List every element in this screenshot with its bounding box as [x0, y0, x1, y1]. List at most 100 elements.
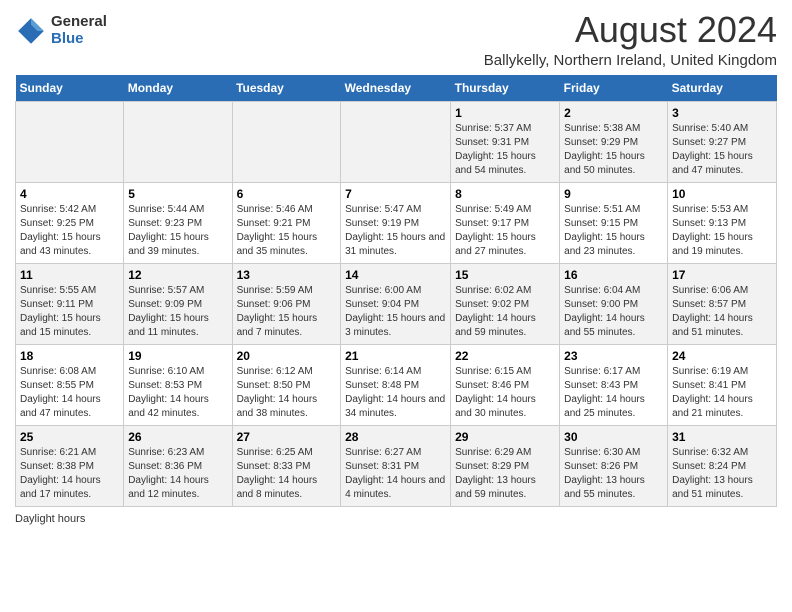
day-number: 8 [455, 187, 555, 201]
day-info: Sunrise: 6:14 AMSunset: 8:48 PMDaylight:… [345, 366, 445, 419]
title-block: August 2024 Ballykelly, Northern Ireland… [484, 10, 777, 69]
table-row: 22 Sunrise: 6:15 AMSunset: 8:46 PMDaylig… [451, 344, 560, 425]
table-row: 7 Sunrise: 5:47 AMSunset: 9:19 PMDayligh… [341, 182, 451, 263]
day-number: 16 [564, 268, 663, 282]
table-row [124, 101, 232, 182]
table-row: 26 Sunrise: 6:23 AMSunset: 8:36 PMDaylig… [124, 425, 232, 506]
day-number: 20 [237, 349, 337, 363]
table-row: 13 Sunrise: 5:59 AMSunset: 9:06 PMDaylig… [232, 263, 341, 344]
table-row: 28 Sunrise: 6:27 AMSunset: 8:31 PMDaylig… [341, 425, 451, 506]
day-number: 4 [20, 187, 119, 201]
subtitle: Ballykelly, Northern Ireland, United Kin… [484, 52, 777, 69]
footer-note: Daylight hours [15, 513, 777, 525]
table-row: 2 Sunrise: 5:38 AMSunset: 9:29 PMDayligh… [560, 101, 668, 182]
day-number: 13 [237, 268, 337, 282]
day-number: 7 [345, 187, 446, 201]
table-row: 24 Sunrise: 6:19 AMSunset: 8:41 PMDaylig… [668, 344, 777, 425]
day-info: Sunrise: 6:23 AMSunset: 8:36 PMDaylight:… [128, 447, 209, 500]
table-row [341, 101, 451, 182]
table-row: 30 Sunrise: 6:30 AMSunset: 8:26 PMDaylig… [560, 425, 668, 506]
day-info: Sunrise: 6:15 AMSunset: 8:46 PMDaylight:… [455, 366, 536, 419]
day-info: Sunrise: 5:38 AMSunset: 9:29 PMDaylight:… [564, 123, 645, 176]
day-info: Sunrise: 5:49 AMSunset: 9:17 PMDaylight:… [455, 204, 536, 257]
day-info: Sunrise: 5:51 AMSunset: 9:15 PMDaylight:… [564, 204, 645, 257]
day-number: 6 [237, 187, 337, 201]
day-number: 18 [20, 349, 119, 363]
table-row: 25 Sunrise: 6:21 AMSunset: 8:38 PMDaylig… [16, 425, 124, 506]
day-info: Sunrise: 6:08 AMSunset: 8:55 PMDaylight:… [20, 366, 101, 419]
day-number: 24 [672, 349, 772, 363]
day-number: 10 [672, 187, 772, 201]
day-info: Sunrise: 6:29 AMSunset: 8:29 PMDaylight:… [455, 447, 536, 500]
table-row: 10 Sunrise: 5:53 AMSunset: 9:13 PMDaylig… [668, 182, 777, 263]
day-info: Sunrise: 6:06 AMSunset: 8:57 PMDaylight:… [672, 285, 753, 338]
table-row: 4 Sunrise: 5:42 AMSunset: 9:25 PMDayligh… [16, 182, 124, 263]
day-number: 1 [455, 106, 555, 120]
logo-text: General Blue [51, 14, 107, 47]
day-number: 9 [564, 187, 663, 201]
table-row: 18 Sunrise: 6:08 AMSunset: 8:55 PMDaylig… [16, 344, 124, 425]
day-info: Sunrise: 6:02 AMSunset: 9:02 PMDaylight:… [455, 285, 536, 338]
header-monday: Monday [124, 75, 232, 102]
main-title: August 2024 [484, 10, 777, 50]
day-info: Sunrise: 5:55 AMSunset: 9:11 PMDaylight:… [20, 285, 101, 338]
day-number: 27 [237, 430, 337, 444]
calendar-week-3: 11 Sunrise: 5:55 AMSunset: 9:11 PMDaylig… [16, 263, 777, 344]
day-number: 26 [128, 430, 227, 444]
daylight-hours-label: Daylight hours [15, 513, 85, 525]
day-info: Sunrise: 6:19 AMSunset: 8:41 PMDaylight:… [672, 366, 753, 419]
calendar-week-2: 4 Sunrise: 5:42 AMSunset: 9:25 PMDayligh… [16, 182, 777, 263]
day-info: Sunrise: 6:12 AMSunset: 8:50 PMDaylight:… [237, 366, 318, 419]
table-row: 5 Sunrise: 5:44 AMSunset: 9:23 PMDayligh… [124, 182, 232, 263]
day-info: Sunrise: 6:30 AMSunset: 8:26 PMDaylight:… [564, 447, 645, 500]
day-info: Sunrise: 6:04 AMSunset: 9:00 PMDaylight:… [564, 285, 645, 338]
header-thursday: Thursday [451, 75, 560, 102]
day-info: Sunrise: 6:21 AMSunset: 8:38 PMDaylight:… [20, 447, 101, 500]
day-number: 3 [672, 106, 772, 120]
table-row: 29 Sunrise: 6:29 AMSunset: 8:29 PMDaylig… [451, 425, 560, 506]
day-number: 30 [564, 430, 663, 444]
table-row: 12 Sunrise: 5:57 AMSunset: 9:09 PMDaylig… [124, 263, 232, 344]
day-number: 23 [564, 349, 663, 363]
header-friday: Friday [560, 75, 668, 102]
calendar-week-1: 1 Sunrise: 5:37 AMSunset: 9:31 PMDayligh… [16, 101, 777, 182]
day-number: 2 [564, 106, 663, 120]
day-info: Sunrise: 5:37 AMSunset: 9:31 PMDaylight:… [455, 123, 536, 176]
table-row: 15 Sunrise: 6:02 AMSunset: 9:02 PMDaylig… [451, 263, 560, 344]
header-wednesday: Wednesday [341, 75, 451, 102]
table-row: 9 Sunrise: 5:51 AMSunset: 9:15 PMDayligh… [560, 182, 668, 263]
day-info: Sunrise: 6:25 AMSunset: 8:33 PMDaylight:… [237, 447, 318, 500]
day-number: 28 [345, 430, 446, 444]
table-row: 31 Sunrise: 6:32 AMSunset: 8:24 PMDaylig… [668, 425, 777, 506]
day-number: 22 [455, 349, 555, 363]
table-row: 21 Sunrise: 6:14 AMSunset: 8:48 PMDaylig… [341, 344, 451, 425]
table-row: 23 Sunrise: 6:17 AMSunset: 8:43 PMDaylig… [560, 344, 668, 425]
day-number: 21 [345, 349, 446, 363]
day-info: Sunrise: 6:10 AMSunset: 8:53 PMDaylight:… [128, 366, 209, 419]
day-info: Sunrise: 6:17 AMSunset: 8:43 PMDaylight:… [564, 366, 645, 419]
day-info: Sunrise: 5:57 AMSunset: 9:09 PMDaylight:… [128, 285, 209, 338]
table-row: 16 Sunrise: 6:04 AMSunset: 9:00 PMDaylig… [560, 263, 668, 344]
header-sunday: Sunday [16, 75, 124, 102]
logo-general: General [51, 14, 107, 31]
header-saturday: Saturday [668, 75, 777, 102]
table-row [232, 101, 341, 182]
day-number: 17 [672, 268, 772, 282]
calendar-table: Sunday Monday Tuesday Wednesday Thursday… [15, 75, 777, 507]
day-info: Sunrise: 5:53 AMSunset: 9:13 PMDaylight:… [672, 204, 753, 257]
header-tuesday: Tuesday [232, 75, 341, 102]
day-info: Sunrise: 6:32 AMSunset: 8:24 PMDaylight:… [672, 447, 753, 500]
day-info: Sunrise: 5:59 AMSunset: 9:06 PMDaylight:… [237, 285, 318, 338]
day-number: 5 [128, 187, 227, 201]
day-number: 29 [455, 430, 555, 444]
day-info: Sunrise: 5:44 AMSunset: 9:23 PMDaylight:… [128, 204, 209, 257]
day-info: Sunrise: 5:46 AMSunset: 9:21 PMDaylight:… [237, 204, 318, 257]
calendar-week-5: 25 Sunrise: 6:21 AMSunset: 8:38 PMDaylig… [16, 425, 777, 506]
day-number: 14 [345, 268, 446, 282]
day-number: 31 [672, 430, 772, 444]
calendar-week-4: 18 Sunrise: 6:08 AMSunset: 8:55 PMDaylig… [16, 344, 777, 425]
table-row: 11 Sunrise: 5:55 AMSunset: 9:11 PMDaylig… [16, 263, 124, 344]
table-row: 14 Sunrise: 6:00 AMSunset: 9:04 PMDaylig… [341, 263, 451, 344]
day-number: 15 [455, 268, 555, 282]
table-row: 17 Sunrise: 6:06 AMSunset: 8:57 PMDaylig… [668, 263, 777, 344]
